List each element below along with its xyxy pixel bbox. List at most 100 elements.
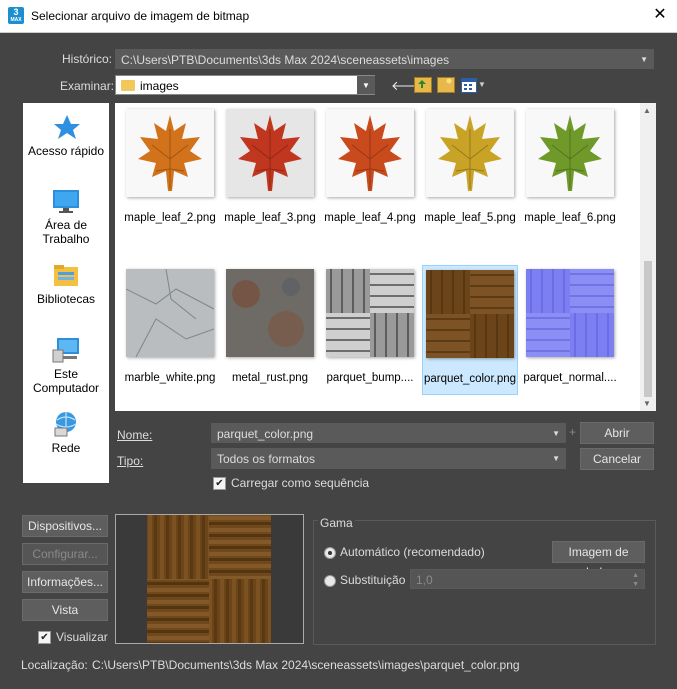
visualize-label: Visualizar — [56, 630, 108, 644]
file-thumbnail — [526, 269, 614, 357]
name-input[interactable]: parquet_color.png ▼ — [211, 423, 566, 443]
name-value: parquet_color.png — [217, 427, 314, 441]
type-value: Todos os formatos — [217, 452, 316, 466]
file-name: maple_leaf_3.png — [224, 212, 316, 224]
visualize-checkbox[interactable]: ✔ Visualizar — [38, 630, 108, 645]
file-name: maple_leaf_2.png — [124, 212, 216, 224]
place-quick-access[interactable]: Acesso rápido — [23, 113, 109, 158]
file-name: maple_leaf_6.png — [524, 212, 616, 224]
file-thumbnail — [125, 268, 215, 358]
file-list[interactable]: ▲ ▼ maple_leaf_2.png maple_leaf_3.png mapl… — [115, 103, 656, 411]
file-item[interactable]: marble_white.png — [122, 265, 218, 384]
gamma-override-spinner[interactable]: 1,0 ▲ ▼ — [410, 569, 645, 589]
file-item[interactable]: maple_leaf_4.png — [322, 105, 418, 224]
libraries-icon — [54, 265, 78, 286]
gamma-override-label: Substituição — [340, 573, 406, 587]
place-libraries[interactable]: Bibliotecas — [23, 261, 109, 306]
gamma-auto-radio[interactable]: Automático (recomendado) — [324, 545, 485, 559]
image-data-button[interactable]: Imagem de dados — [552, 541, 645, 579]
file-item[interactable]: maple_leaf_6.png — [522, 105, 618, 224]
file-name: parquet_color.png — [423, 373, 517, 385]
open-button[interactable]: Abrir — [580, 422, 654, 444]
radio-selected-icon — [324, 546, 336, 559]
file-name: metal_rust.png — [231, 372, 309, 384]
place-desktop[interactable]: Área de Trabalho — [23, 187, 109, 246]
file-thumbnail — [526, 109, 614, 197]
file-thumbnail — [226, 269, 314, 357]
close-icon[interactable]: ✕ — [649, 4, 671, 26]
star-icon — [54, 115, 80, 139]
network-icon — [54, 412, 77, 437]
file-thumbnail — [326, 109, 414, 197]
location-value: C:\Users\PTB\Documents\3ds Max 2024\scen… — [92, 658, 520, 672]
devices-button[interactable]: Dispositivos... — [22, 515, 108, 537]
place-label: Rede — [51, 441, 81, 455]
file-thumbnail — [326, 269, 414, 357]
type-label: Tipo: — [117, 454, 144, 468]
file-thumbnail — [426, 109, 514, 197]
file-name: maple_leaf_5.png — [424, 212, 516, 224]
file-thumbnail — [226, 109, 314, 197]
chevron-down-icon: ▼ — [640, 55, 648, 64]
scroll-down-icon[interactable]: ▼ — [643, 399, 651, 408]
configure-button[interactable]: Configurar... — [22, 543, 108, 565]
file-item[interactable]: parquet_bump.... — [322, 265, 418, 384]
file-thumbnail — [426, 270, 514, 358]
up-folder-icon[interactable] — [414, 77, 432, 93]
file-item[interactable]: parquet_color.png — [422, 265, 518, 395]
computer-icon — [52, 338, 79, 363]
gamma-override-radio[interactable]: Substituição — [324, 573, 405, 587]
place-label: Este Computador — [32, 367, 100, 395]
examine-label: Examinar: — [60, 79, 115, 93]
file-item[interactable]: parquet_normal.... — [522, 265, 618, 384]
title-bar: 3 MAX Selecionar arquivo de imagem de bit… — [0, 0, 677, 33]
app-3dsmax-icon: 3 MAX — [8, 7, 24, 24]
file-item[interactable]: maple_leaf_5.png — [422, 105, 518, 224]
scrollbar-thumb[interactable] — [644, 261, 652, 397]
file-name: parquet_bump.... — [326, 372, 414, 384]
gamma-override-value: 1,0 — [416, 573, 433, 587]
place-label: Área de Trabalho — [42, 218, 90, 246]
place-network[interactable]: Rede — [23, 410, 109, 455]
chevron-down-icon[interactable]: ▼ — [478, 80, 486, 89]
sequence-checkbox[interactable]: ✔ Carregar como sequência — [213, 476, 369, 491]
checkbox-check-icon: ✔ — [213, 477, 226, 491]
window-title: Selecionar arquivo de imagem de bitmap — [31, 9, 250, 23]
file-name: marble_white.png — [124, 372, 216, 384]
history-label: Histórico: — [62, 52, 113, 66]
gamma-title: Gama — [318, 516, 355, 530]
checkbox-check-icon: ✔ — [38, 631, 51, 645]
view-button[interactable]: Vista — [22, 599, 108, 621]
image-preview — [115, 514, 304, 644]
scroll-up-icon[interactable]: ▲ — [643, 106, 651, 115]
file-name: parquet_normal.... — [523, 372, 617, 384]
spinner-arrows-icon[interactable]: ▲ ▼ — [632, 571, 639, 589]
new-folder-icon[interactable] — [437, 77, 455, 93]
history-value: C:\Users\PTB\Documents\3ds Max 2024\scen… — [121, 53, 450, 67]
vertical-scrollbar[interactable]: ▲ ▼ — [640, 103, 656, 411]
file-item[interactable]: maple_leaf_2.png — [122, 105, 218, 224]
radio-unselected-icon — [324, 574, 336, 587]
gamma-group: Gama Automático (recomendado) Imagem de … — [313, 516, 656, 645]
chevron-down-icon: ▼ — [552, 429, 560, 438]
preview-image — [147, 515, 271, 643]
place-label: Acesso rápido — [27, 144, 105, 158]
gamma-auto-label: Automático (recomendado) — [340, 545, 485, 559]
plus-icon: + — [569, 425, 577, 439]
cancel-button[interactable]: Cancelar — [580, 448, 654, 470]
history-dropdown[interactable]: C:\Users\PTB\Documents\3ds Max 2024\scen… — [115, 49, 654, 69]
location-label: Localização: — [21, 658, 88, 672]
place-computer[interactable]: Este Computador — [23, 336, 109, 395]
chevron-down-icon: ▼ — [552, 454, 560, 463]
view-menu-icon[interactable] — [461, 78, 477, 93]
file-item[interactable]: maple_leaf_3.png — [222, 105, 318, 224]
place-label: Bibliotecas — [36, 292, 96, 306]
file-thumbnail — [126, 109, 214, 197]
info-button[interactable]: Informações... — [22, 571, 108, 593]
places-bar: Acesso rápido Área de Trabalho Bibliotec… — [23, 103, 109, 483]
examine-value: images — [140, 79, 179, 93]
file-item[interactable]: metal_rust.png — [222, 265, 318, 384]
type-dropdown[interactable]: Todos os formatos ▼ — [211, 448, 566, 469]
examine-dropdown[interactable]: images ▼ — [115, 75, 375, 95]
chevron-down-icon: ▼ — [357, 76, 375, 94]
